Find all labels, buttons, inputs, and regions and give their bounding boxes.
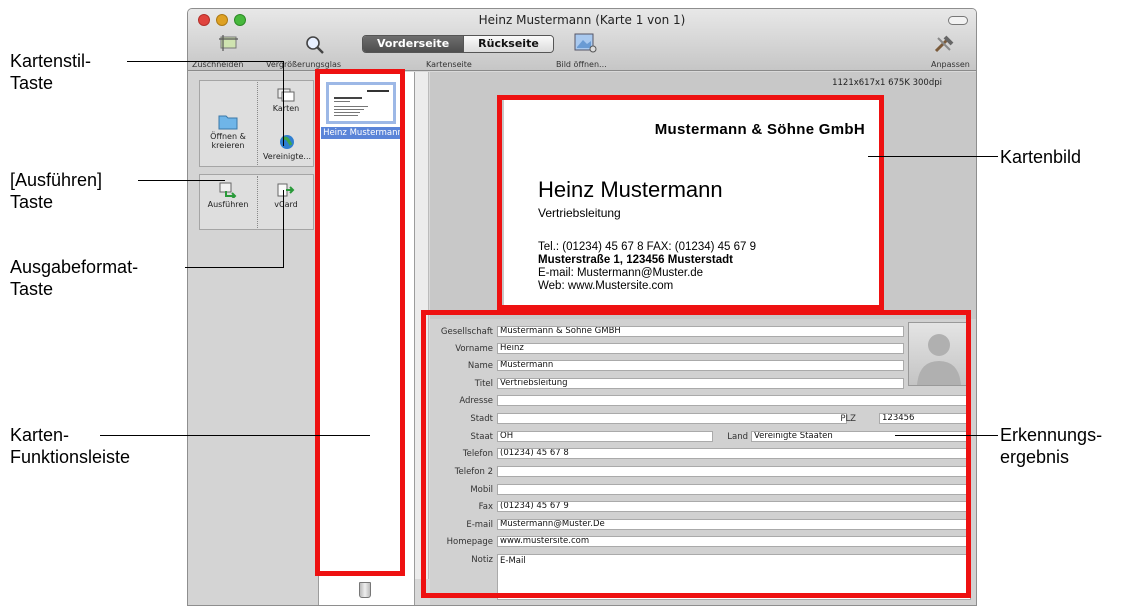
output-format-button[interactable]: vCard xyxy=(260,182,312,209)
highlight-function-bar xyxy=(315,69,405,576)
region-button[interactable]: Vereinigte... xyxy=(258,134,316,161)
highlight-card-image xyxy=(497,95,884,310)
card-side-segmented-control: Vorderseite Rückseite xyxy=(362,35,554,53)
front-side-button[interactable]: Vorderseite xyxy=(363,36,464,52)
cards-icon xyxy=(277,88,295,102)
vcard-label: vCard xyxy=(274,200,298,209)
vcard-icon xyxy=(277,183,295,197)
image-info: 1121x617x1 675K 300dpi xyxy=(832,78,942,88)
title-bar: Heinz Mustermann (Karte 1 von 1) Zuschne… xyxy=(188,9,976,71)
execute-icon xyxy=(219,182,237,200)
callout-recognition-result: Erkennungs- ergebnis xyxy=(1000,425,1103,467)
back-side-button[interactable]: Rückseite xyxy=(463,36,553,52)
cards-label: Karten xyxy=(272,104,300,113)
united-label: Vereinigte... xyxy=(262,152,312,161)
open-create-button[interactable]: Öffnen & kreieren xyxy=(200,112,256,150)
tools-icon[interactable] xyxy=(933,34,955,54)
card-style-button[interactable]: Karten xyxy=(260,86,312,113)
open-image-label: Bild öffnen... xyxy=(556,60,607,69)
window-title: Heinz Mustermann (Karte 1 von 1) xyxy=(478,13,686,27)
callout-card-image: Kartenbild xyxy=(1000,147,1082,167)
callout-execute: [Ausführen] Taste xyxy=(10,170,103,212)
magnifier-icon[interactable] xyxy=(305,35,325,55)
trash-icon[interactable] xyxy=(359,582,371,598)
card-side-label: Kartenseite xyxy=(426,60,472,69)
globe-icon xyxy=(280,135,294,149)
callout-function-bar: Karten- Funktionsleiste xyxy=(10,425,131,467)
callout-card-style: Kartenstil- Taste xyxy=(10,51,92,93)
execute-label: Ausführen xyxy=(207,200,249,209)
customize-label: Anpassen xyxy=(931,60,970,69)
highlight-result xyxy=(421,310,971,598)
folder-icon xyxy=(218,115,238,130)
card-function-bar: Öffnen & kreieren Karten Vereinigte... A… xyxy=(188,72,319,605)
execute-button[interactable]: Ausführen xyxy=(200,182,256,209)
crop-icon[interactable] xyxy=(218,34,240,52)
toolbar-toggle-button[interactable] xyxy=(948,16,968,25)
open-image-icon[interactable] xyxy=(573,32,597,54)
open-create-label: Öffnen & kreieren xyxy=(210,132,246,150)
callout-output-format: Ausgabeformat- Taste xyxy=(10,257,139,299)
